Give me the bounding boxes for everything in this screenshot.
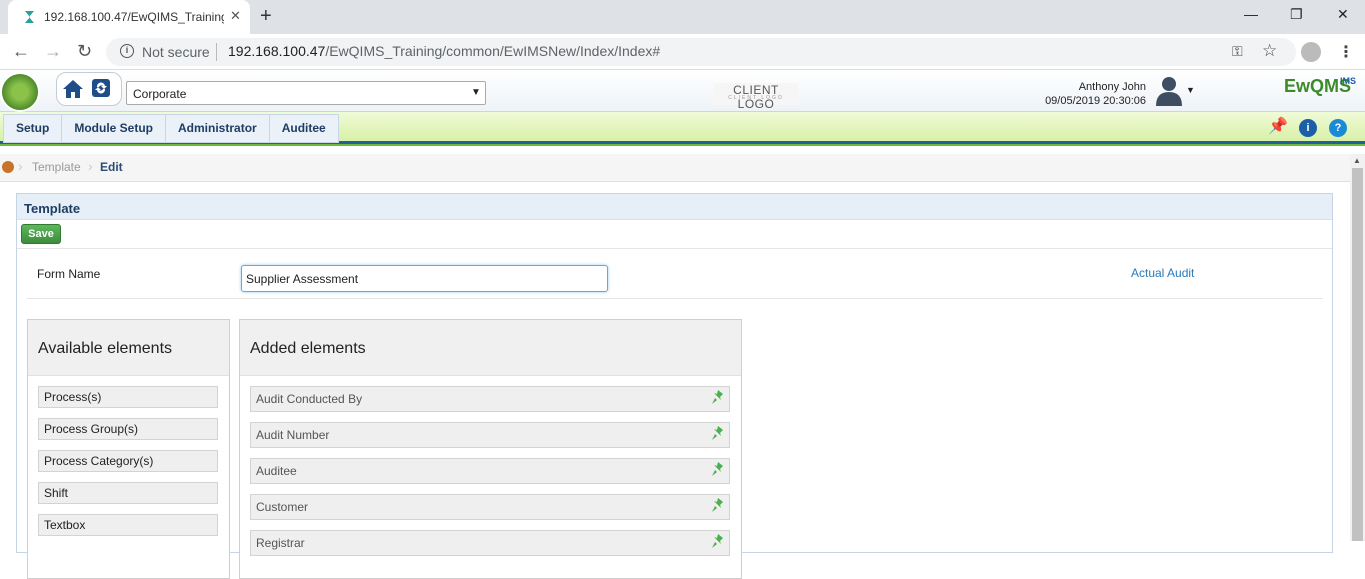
pin-icon[interactable] xyxy=(711,533,725,549)
main-menu: Setup Module Setup Administrator Auditee xyxy=(3,114,339,143)
close-window-icon[interactable]: ✕ xyxy=(1337,6,1349,23)
added-item-label: Registrar xyxy=(256,536,305,550)
home-icon[interactable] xyxy=(62,78,84,100)
divider xyxy=(27,298,1323,299)
browser-toolbar: ← → ↻ i Not secure 192.168.100.47/EwQIMS… xyxy=(0,34,1365,70)
pin-icon[interactable] xyxy=(711,389,725,405)
help-icon[interactable]: ? xyxy=(1329,119,1347,137)
back-icon[interactable]: ← xyxy=(12,41,30,62)
breadcrumb-chevron-icon: › xyxy=(18,158,23,174)
bookmark-star-icon[interactable]: ☆ xyxy=(1262,41,1277,61)
page-scrollbar[interactable]: ▲ xyxy=(1350,154,1365,541)
available-item[interactable]: Process(s) xyxy=(38,386,218,408)
menu-underline xyxy=(0,144,1365,146)
brand-logo: EwQMS IMS xyxy=(1284,76,1357,96)
breadcrumb-home-icon[interactable] xyxy=(2,161,14,173)
browser-menu-icon[interactable]: ⋮ xyxy=(1338,42,1354,62)
refresh-icon[interactable] xyxy=(91,78,111,98)
menu-setup[interactable]: Setup xyxy=(4,115,63,142)
user-avatar-icon[interactable] xyxy=(1154,74,1184,106)
panel-header: Template xyxy=(17,194,1332,220)
chevron-down-icon: ▼ xyxy=(471,87,481,98)
pin-icon[interactable] xyxy=(711,461,725,477)
actual-audit-link[interactable]: Actual Audit xyxy=(1131,266,1194,280)
available-item[interactable]: Shift xyxy=(38,482,218,504)
breadcrumb-template[interactable]: Template xyxy=(32,160,81,174)
profile-avatar-icon[interactable] xyxy=(1301,42,1321,62)
available-item[interactable]: Process Category(s) xyxy=(38,450,218,472)
url-text[interactable]: 192.168.100.47/EwQIMS_Training/common/Ew… xyxy=(228,43,660,59)
form-name-label: Form Name xyxy=(37,267,101,281)
key-icon[interactable]: ⚿ xyxy=(1232,43,1243,60)
menu-module-setup[interactable]: Module Setup xyxy=(62,115,167,142)
not-secure-label: Not secure xyxy=(142,44,210,60)
available-item[interactable]: Textbox xyxy=(38,514,218,536)
added-item[interactable]: Audit Conducted By xyxy=(250,386,730,412)
pin-icon[interactable] xyxy=(711,425,725,441)
current-datetime: 09/05/2019 20:30:06 xyxy=(1045,95,1146,107)
scroll-up-icon[interactable]: ▲ xyxy=(1353,156,1361,165)
info-circle-icon[interactable]: i xyxy=(1299,119,1317,137)
form-name-input[interactable] xyxy=(241,265,608,292)
home-refresh-group xyxy=(56,72,122,106)
available-elements-box: Available elements Process(s) Process Gr… xyxy=(27,319,230,579)
available-elements-title: Available elements xyxy=(28,320,229,376)
menu-administrator[interactable]: Administrator xyxy=(166,115,270,142)
info-icon[interactable]: i xyxy=(120,44,134,58)
divider xyxy=(17,248,1332,249)
corporate-select[interactable]: Corporate ▼ xyxy=(126,81,486,105)
breadcrumb: › Template › Edit xyxy=(0,154,1350,182)
added-item-label: Auditee xyxy=(256,464,297,478)
panel-title: Template xyxy=(24,201,81,216)
omnibox-divider xyxy=(216,43,217,61)
client-logo: CLIENT LOGO CLIENT LOGO xyxy=(714,83,798,111)
added-item[interactable]: Auditee xyxy=(250,458,730,484)
added-elements-title: Added elements xyxy=(240,320,741,376)
breadcrumb-chevron-icon: › xyxy=(88,158,93,174)
added-item[interactable]: Audit Number xyxy=(250,422,730,448)
browser-tab[interactable]: 192.168.100.47/EwQIMS_Training ✕ xyxy=(8,0,250,34)
template-panel: Template Save Form Name Actual Audit Ava… xyxy=(16,193,1333,579)
app-logo-icon[interactable] xyxy=(0,72,40,112)
available-item[interactable]: Process Group(s) xyxy=(38,418,218,440)
site-favicon-icon xyxy=(25,11,34,23)
scrollbar-thumb[interactable] xyxy=(1352,168,1363,541)
menu-auditee[interactable]: Auditee xyxy=(270,115,338,142)
user-name: Anthony John xyxy=(1078,81,1146,93)
save-button[interactable]: Save xyxy=(21,224,61,244)
restore-icon[interactable]: ❐ xyxy=(1290,6,1303,23)
main-menu-bar: Setup Module Setup Administrator Auditee… xyxy=(0,112,1365,146)
reload-icon[interactable]: ↻ xyxy=(77,41,92,62)
added-elements-box: Added elements Audit Conducted By Audit … xyxy=(239,319,742,579)
user-menu-caret-icon[interactable]: ▼ xyxy=(1186,85,1195,95)
browser-tab-strip: 192.168.100.47/EwQIMS_Training ✕ + — ❐ ✕ xyxy=(0,0,1365,34)
corporate-select-value: Corporate xyxy=(133,87,187,101)
pin-icon[interactable] xyxy=(711,497,725,513)
forward-icon[interactable]: → xyxy=(44,41,62,62)
breadcrumb-edit: Edit xyxy=(100,160,123,174)
pin-icon[interactable]: 📌 xyxy=(1268,119,1288,137)
added-item-label: Audit Conducted By xyxy=(256,392,363,406)
added-item[interactable]: Customer xyxy=(250,494,730,520)
minimize-icon[interactable]: — xyxy=(1244,6,1258,22)
new-tab-icon[interactable]: + xyxy=(260,5,272,28)
tab-title: 192.168.100.47/EwQIMS_Training xyxy=(44,10,224,24)
close-tab-icon[interactable]: ✕ xyxy=(230,8,241,24)
app-header: Corporate ▼ CLIENT LOGO CLIENT LOGO Anth… xyxy=(0,70,1365,112)
added-item-label: Customer xyxy=(256,500,309,514)
added-item-label: Audit Number xyxy=(256,428,330,442)
address-bar[interactable]: i Not secure 192.168.100.47/EwQIMS_Train… xyxy=(106,38,1296,66)
added-item[interactable]: Registrar xyxy=(250,530,730,556)
